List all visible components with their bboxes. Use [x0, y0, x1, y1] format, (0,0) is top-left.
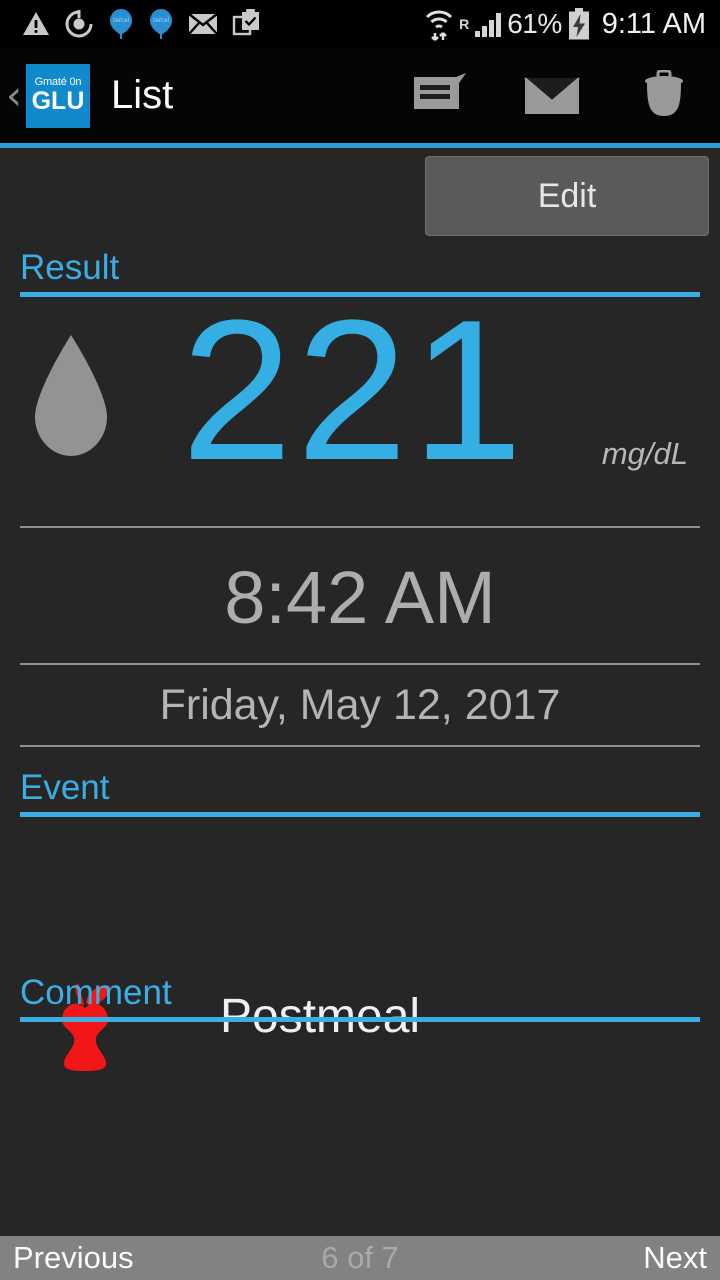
svg-text:telcel: telcel — [153, 17, 170, 24]
note-button[interactable] — [384, 48, 496, 143]
event-section-rule — [20, 812, 700, 817]
next-button[interactable]: Next — [643, 1240, 707, 1276]
clipboard-check-icon — [232, 9, 262, 39]
reading-unit: mg/dL — [601, 436, 688, 471]
warning-icon — [22, 11, 50, 37]
mail-button[interactable] — [496, 48, 608, 143]
divider-below-date — [20, 745, 700, 747]
status-bar-right-group: R 61% 9:11 AM — [424, 7, 706, 41]
divider-above-date — [20, 663, 700, 665]
comment-section-rule — [20, 1017, 700, 1022]
note-icon — [412, 71, 468, 120]
reading-time: 8:42 AM — [224, 556, 496, 639]
cellular-signal-icon — [474, 10, 502, 38]
battery-percent-label: 61% — [507, 8, 562, 39]
mail-icon — [524, 76, 580, 114]
status-bar: telcel telcel R 61% 9:11 AM — [0, 0, 720, 48]
trash-icon — [645, 69, 683, 116]
bottom-navigation-bar: Previous 6 of 7 Next — [0, 1236, 720, 1280]
delete-button[interactable] — [608, 48, 720, 143]
svg-text:telcel: telcel — [113, 17, 130, 24]
comment-section-header: Comment — [20, 973, 700, 1022]
event-section-label: Event — [20, 768, 110, 807]
reading-row: 221 mg/dL — [0, 291, 720, 496]
status-bar-left-icons: telcel telcel — [0, 8, 262, 40]
edit-button[interactable]: Edit — [425, 156, 709, 236]
telcel-balloon-icon: telcel — [108, 8, 134, 40]
divider-above-time — [20, 526, 700, 528]
comment-section-label: Comment — [20, 973, 172, 1012]
back-button[interactable]: ‹ — [0, 76, 26, 116]
alarm-timer-icon — [64, 9, 94, 39]
reading-date: Friday, May 12, 2017 — [159, 681, 561, 729]
battery-charging-icon — [567, 8, 591, 40]
detail-content: Edit Result 221 mg/dL 8:42 AM Friday, Ma… — [0, 148, 720, 1236]
phone-screen: telcel telcel R 61% 9:11 AM ‹ Gmaté 0n G… — [0, 0, 720, 1280]
app-logo-line2: GLU — [31, 87, 85, 115]
app-bar: ‹ Gmaté 0n GLU List — [0, 48, 720, 143]
status-bar-clock: 9:11 AM — [601, 7, 706, 40]
app-bar-actions — [384, 48, 720, 143]
event-section-header: Event — [20, 768, 700, 817]
email-icon — [188, 12, 218, 36]
app-logo[interactable]: Gmaté 0n GLU — [26, 63, 90, 128]
roaming-indicator: R — [459, 16, 470, 32]
page-title: List — [111, 73, 174, 117]
previous-button[interactable]: Previous — [13, 1240, 134, 1276]
wifi-transfer-icon — [424, 7, 454, 41]
telcel-balloon-icon-2: telcel — [148, 8, 174, 40]
